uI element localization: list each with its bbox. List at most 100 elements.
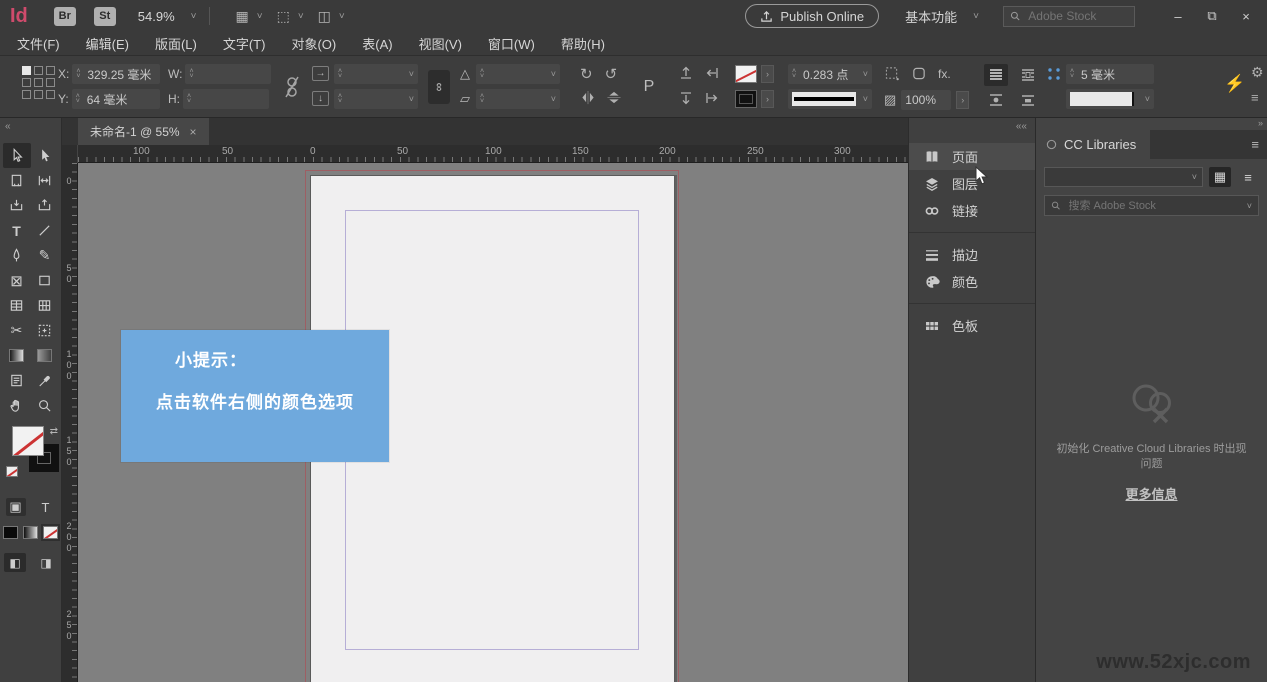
- menu-item-8[interactable]: 帮助(H): [548, 32, 618, 56]
- swap-fill-stroke-icon[interactable]: ⇄: [50, 426, 58, 437]
- dock-item-swatches[interactable]: 色板: [909, 312, 1035, 339]
- stroke-swatch-black[interactable]: [735, 90, 757, 108]
- notes-tool[interactable]: [3, 368, 31, 393]
- stepper-icon[interactable]: ˄˅: [187, 94, 195, 104]
- collapse-panel-icon[interactable]: «: [5, 121, 11, 132]
- align-left-icon[interactable]: [704, 65, 720, 81]
- view-options-icon[interactable]: ▦ ˅: [236, 8, 263, 25]
- adobe-stock-searchbox[interactable]: [1003, 6, 1135, 27]
- selection-tool[interactable]: [3, 143, 31, 168]
- vertical-grid-tool[interactable]: [31, 293, 59, 318]
- chevron-down-icon[interactable]: ˅: [1145, 94, 1150, 104]
- corner-shape-icon[interactable]: [911, 66, 927, 81]
- chevron-down-icon[interactable]: ˅: [551, 69, 556, 79]
- type-tool[interactable]: T: [3, 218, 31, 243]
- formatting-affects-container-button[interactable]: ▣: [6, 498, 26, 516]
- frame-tool[interactable]: ⊠: [3, 268, 31, 293]
- wrap-none-button[interactable]: [984, 64, 1008, 86]
- horizontal-ruler[interactable]: 10050050100150200250300: [78, 145, 908, 163]
- chevron-down-icon[interactable]: ˅: [551, 94, 556, 104]
- publish-online-button[interactable]: Publish Online: [745, 4, 879, 28]
- menu-item-3[interactable]: 文字(T): [210, 32, 279, 56]
- zoom-tool[interactable]: [31, 393, 59, 418]
- page-tool[interactable]: [3, 168, 31, 193]
- expand-panel-icon[interactable]: »: [1258, 118, 1263, 128]
- content-collector-tool[interactable]: [3, 193, 31, 218]
- select-container-proxy[interactable]: P: [638, 72, 660, 102]
- default-fill-stroke-icon[interactable]: [6, 466, 18, 477]
- tab-close-icon[interactable]: ×: [190, 125, 197, 139]
- scale-x-field[interactable]: ˄˅˅: [334, 64, 418, 84]
- cc-panel-menu-icon[interactable]: ≡: [1251, 137, 1259, 152]
- apply-gradient-button[interactable]: [23, 526, 38, 539]
- cc-libraries-tab[interactable]: CC Libraries: [1036, 130, 1150, 159]
- h-field[interactable]: ˄˅: [183, 89, 269, 109]
- more-info-link[interactable]: 更多信息: [1125, 484, 1177, 503]
- fill-swatch-none[interactable]: [735, 65, 757, 83]
- w-field[interactable]: ˄˅: [185, 64, 271, 84]
- pen-tool[interactable]: [3, 243, 31, 268]
- ruler-origin-corner[interactable]: [62, 145, 78, 163]
- workspace-switcher[interactable]: 基本功能 ˅: [905, 7, 979, 26]
- stepper-icon[interactable]: ˄˅: [76, 94, 84, 104]
- screen-mode-icon[interactable]: ⬚ ˅: [277, 8, 304, 25]
- dock-item-color[interactable]: 颜色: [909, 268, 1035, 295]
- flip-vertical-icon[interactable]: [606, 90, 622, 105]
- constrain-dimensions-icon[interactable]: [284, 74, 300, 100]
- cc-search-input[interactable]: [1067, 199, 1241, 213]
- document-tab[interactable]: 未命名-1 @ 55% ×: [78, 118, 209, 145]
- opacity-field[interactable]: 100%: [901, 90, 951, 110]
- rectangle-tool[interactable]: [31, 268, 59, 293]
- chevron-down-icon[interactable]: ˅: [1247, 201, 1252, 211]
- grid-view-button[interactable]: ▦: [1209, 167, 1231, 187]
- align-up-icon[interactable]: [678, 65, 694, 81]
- chevron-down-icon[interactable]: ˅: [863, 69, 868, 79]
- gap-tool[interactable]: [31, 168, 59, 193]
- direct-selection-tool[interactable]: [31, 143, 59, 168]
- chevron-down-icon[interactable]: ˅: [863, 94, 868, 104]
- tip-box[interactable]: 小提示： 点击软件右侧的颜色选项: [121, 330, 389, 462]
- close-button[interactable]: ×: [1229, 3, 1263, 29]
- flip-horizontal-icon[interactable]: [580, 90, 596, 105]
- wrap-bounding-box-button[interactable]: [1016, 64, 1040, 86]
- apply-color-button[interactable]: [3, 526, 18, 539]
- dock-item-stroke[interactable]: 描边: [909, 241, 1035, 268]
- dock-item-layers[interactable]: 图层: [909, 170, 1035, 197]
- preview-mode-button[interactable]: ◨: [35, 553, 57, 572]
- gradient-swatch-tool[interactable]: [3, 343, 31, 368]
- collapse-dock-icon[interactable]: ««: [1016, 121, 1027, 132]
- link-scale-button[interactable]: ∞: [428, 70, 450, 104]
- normal-view-mode-button[interactable]: ◧: [4, 553, 26, 572]
- stepper-icon[interactable]: ˄˅: [189, 69, 197, 79]
- cc-search-box[interactable]: ˅: [1044, 195, 1259, 216]
- menu-item-7[interactable]: 窗口(W): [475, 32, 548, 56]
- wrap-jump-to-next-column-button[interactable]: [1016, 89, 1040, 111]
- pasteboard-canvas[interactable]: 小提示： 点击软件右侧的颜色选项: [78, 163, 908, 682]
- zoom-dropdown-icon[interactable]: ˅: [191, 11, 197, 22]
- stroke-more-button[interactable]: ›: [761, 90, 774, 108]
- gear-icon[interactable]: ⚙: [1251, 64, 1264, 81]
- align-right-icon[interactable]: [704, 90, 720, 106]
- menu-item-0[interactable]: 文件(F): [4, 32, 73, 56]
- scissors-tool[interactable]: ✂: [3, 318, 31, 343]
- rotation-field[interactable]: ˄˅˅: [476, 64, 560, 84]
- wrap-offset-field[interactable]: ˄˅5 毫米: [1066, 64, 1154, 84]
- gradient-feather-tool[interactable]: [31, 343, 59, 368]
- rotate-ccw-icon[interactable]: ↺: [605, 65, 618, 83]
- minimize-button[interactable]: –: [1161, 3, 1195, 29]
- zoom-level[interactable]: 54.9%: [138, 9, 175, 24]
- fill-more-button[interactable]: ›: [761, 65, 774, 83]
- shear-field[interactable]: ˄˅˅: [476, 89, 560, 109]
- dock-item-pages[interactable]: 页面: [909, 143, 1035, 170]
- vertical-ruler[interactable]: 050100150200250: [62, 163, 78, 682]
- menu-item-1[interactable]: 编辑(E): [73, 32, 142, 56]
- pencil-tool[interactable]: ✎: [31, 243, 59, 268]
- stroke-type-dropdown[interactable]: ˅: [788, 89, 872, 109]
- line-tool[interactable]: [31, 218, 59, 243]
- dock-item-links[interactable]: 链接: [909, 197, 1035, 224]
- chevron-down-icon[interactable]: ˅: [409, 69, 414, 79]
- adobe-stock-search-input[interactable]: [1026, 8, 1128, 24]
- formatting-affects-text-button[interactable]: T: [36, 498, 56, 516]
- menu-item-6[interactable]: 视图(V): [406, 32, 475, 56]
- stepper-icon[interactable]: ˄˅: [76, 69, 84, 79]
